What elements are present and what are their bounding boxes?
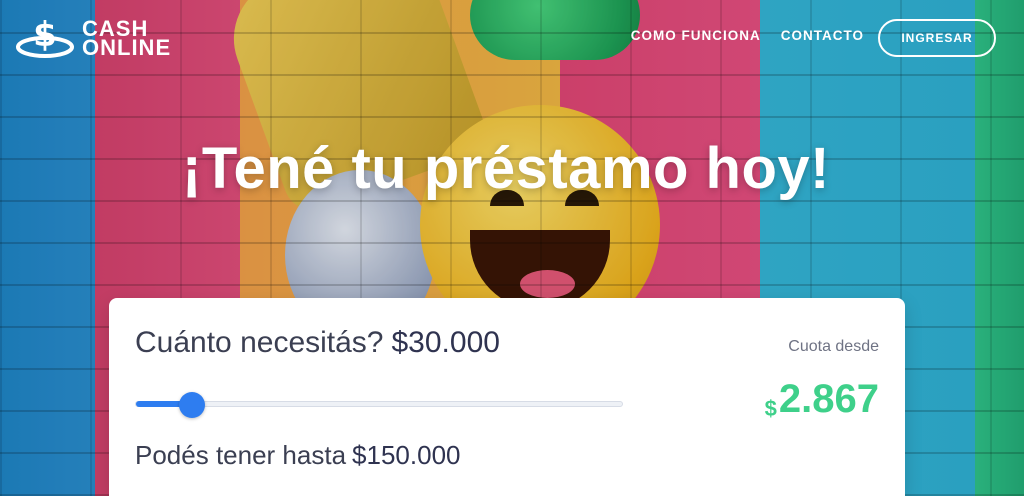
nav-link-contacto[interactable]: CONTACTO bbox=[781, 28, 864, 43]
logo-text-bottom: ONLINE bbox=[82, 35, 172, 60]
installment-value: 2.867 bbox=[778, 377, 879, 421]
brand-logo[interactable]: $ CASH ONLINE bbox=[14, 15, 172, 60]
amount-question-label: Cuánto necesitás? bbox=[135, 326, 384, 359]
svg-text:$: $ bbox=[33, 16, 57, 55]
installment-label: Cuota desde bbox=[788, 338, 879, 355]
dollar-coin-icon: $ bbox=[14, 15, 76, 60]
logo-wordmark: CASH ONLINE bbox=[82, 18, 172, 60]
ingresar-button[interactable]: INGRESAR bbox=[878, 19, 996, 57]
amount-slider-handle[interactable] bbox=[179, 392, 205, 418]
max-amount-value: $150.000 bbox=[352, 440, 461, 470]
amount-question: Cuánto necesitás? $30.000 bbox=[135, 326, 500, 360]
loan-calculator-card: Cuánto necesitás? $30.000 Podés tener has… bbox=[109, 298, 905, 496]
installment-currency: $ bbox=[764, 396, 777, 421]
nav-links: COMO FUNCIONA CONTACTO bbox=[631, 28, 864, 43]
top-nav: $ CASH ONLINE COMO FUNCIONA CONTACTO ING… bbox=[0, 0, 1024, 80]
requested-amount: $30.000 bbox=[391, 326, 500, 359]
hero-headline: ¡Tené tu préstamo hoy! bbox=[182, 136, 830, 201]
nav-link-como-funciona[interactable]: COMO FUNCIONA bbox=[631, 28, 761, 43]
amount-slider-track[interactable] bbox=[135, 401, 623, 407]
installment-amount: $2.867 bbox=[765, 378, 879, 430]
max-amount-text: Podés tener hasta $150.000 bbox=[135, 440, 461, 471]
max-amount-label: Podés tener hasta bbox=[135, 440, 347, 470]
